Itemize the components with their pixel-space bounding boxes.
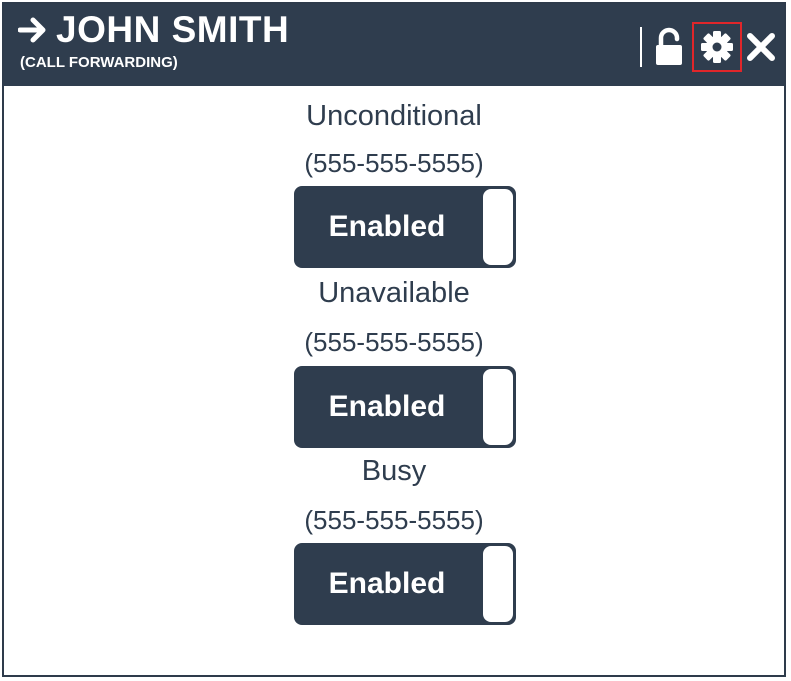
call-forwarding-panel: JOHN SMITH (CALL FORWARDING) Uncondition… xyxy=(2,2,786,677)
toggle-unconditional[interactable]: Enabled xyxy=(294,186,516,268)
arrow-right-icon xyxy=(18,17,46,43)
settings-button[interactable] xyxy=(692,22,742,72)
page-subtitle: (CALL FORWARDING) xyxy=(20,54,178,71)
toggle-busy[interactable]: Enabled xyxy=(294,543,516,625)
toggle-knob xyxy=(483,369,513,445)
page-title: JOHN SMITH xyxy=(56,9,290,50)
rule-name-unavailable: Unavailable xyxy=(318,277,470,309)
close-button[interactable] xyxy=(746,32,776,62)
header-divider xyxy=(640,27,642,67)
forwarding-rules: Unconditional (555-555-5555) Enabled Una… xyxy=(4,86,784,676)
header-tools xyxy=(640,22,776,72)
toggle-knob xyxy=(483,189,513,265)
toggle-unavailable[interactable]: Enabled xyxy=(294,366,516,448)
title-row: JOHN SMITH xyxy=(18,8,289,52)
panel-header: JOHN SMITH (CALL FORWARDING) xyxy=(4,4,784,86)
rule-number-busy: (555-555-5555) xyxy=(304,505,484,535)
toggle-label: Enabled xyxy=(328,210,446,243)
rule-name-busy: Busy xyxy=(361,455,427,487)
rule-name-unconditional: Unconditional xyxy=(306,100,482,132)
toggle-label: Enabled xyxy=(328,390,446,423)
unlock-icon xyxy=(656,27,682,65)
gear-icon xyxy=(701,31,733,63)
toggle-label: Enabled xyxy=(328,567,446,600)
lock-button[interactable] xyxy=(654,27,692,67)
toggle-knob xyxy=(483,546,513,622)
rule-number-unavailable: (555-555-5555) xyxy=(304,327,484,357)
rule-number-unconditional: (555-555-5555) xyxy=(304,148,484,178)
close-icon xyxy=(747,33,775,61)
